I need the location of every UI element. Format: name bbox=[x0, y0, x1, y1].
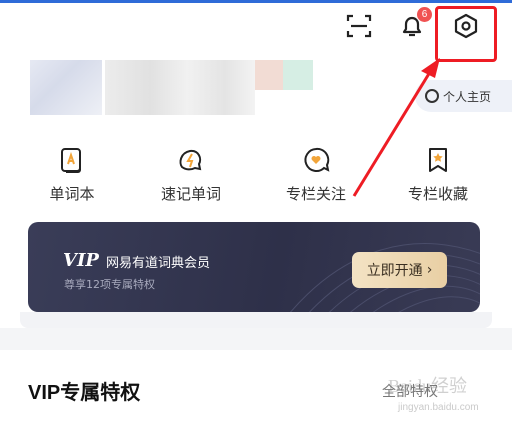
notification-badge: 6 bbox=[417, 7, 432, 22]
quick-action-label: 单词本 bbox=[49, 185, 95, 203]
personal-homepage-button[interactable]: 个人主页 bbox=[415, 80, 512, 112]
quick-action-label: 专栏收藏 bbox=[407, 185, 468, 203]
homepage-icon bbox=[425, 89, 439, 103]
column-follow-icon bbox=[304, 147, 330, 172]
column-collect-icon bbox=[429, 148, 447, 172]
watermark-logo: Baidu经验 bbox=[388, 376, 467, 396]
quick-action-quick-memo[interactable]: 速记单词 bbox=[141, 145, 241, 204]
open-vip-label: 立即开通 bbox=[366, 263, 423, 279]
vip-subtitle: 尊享12项专属特权 bbox=[64, 278, 155, 291]
wordbook-icon bbox=[61, 148, 81, 173]
top-accent-line bbox=[0, 0, 512, 3]
scan-button[interactable] bbox=[339, 6, 379, 46]
quick-action-label: 专栏关注 bbox=[285, 185, 346, 203]
vip-membership-card[interactable]: VIP 网易有道词典会员 尊享12项专属特权 立即开通 › bbox=[28, 222, 480, 312]
quick-memo-icon bbox=[179, 149, 202, 171]
chevron-right-icon: › bbox=[426, 262, 433, 278]
vip-title: 网易有道词典会员 bbox=[106, 256, 211, 271]
annotation-highlight-box bbox=[435, 6, 497, 62]
vip-logo: VIP bbox=[63, 250, 99, 271]
watermark-url: jingyan.baidu.com bbox=[398, 402, 479, 413]
card-shadow bbox=[20, 312, 492, 328]
quick-action-label: 速记单词 bbox=[160, 185, 221, 203]
quick-action-column-follow[interactable]: 专栏关注 bbox=[266, 145, 366, 204]
quick-action-wordbook[interactable]: 单词本 bbox=[22, 145, 122, 204]
open-vip-button[interactable]: 立即开通 › bbox=[352, 252, 447, 288]
username-mosaic-accent bbox=[255, 60, 283, 90]
username-mosaic-accent-2 bbox=[283, 60, 313, 90]
section-title: VIP专属特权 bbox=[28, 382, 141, 404]
username-mosaic bbox=[105, 60, 255, 115]
avatar-mosaic bbox=[30, 60, 102, 115]
scan-icon bbox=[346, 14, 372, 38]
homepage-label: 个人主页 bbox=[443, 89, 492, 104]
section-divider bbox=[0, 328, 512, 350]
quick-action-column-collect[interactable]: 专栏收藏 bbox=[388, 145, 488, 204]
